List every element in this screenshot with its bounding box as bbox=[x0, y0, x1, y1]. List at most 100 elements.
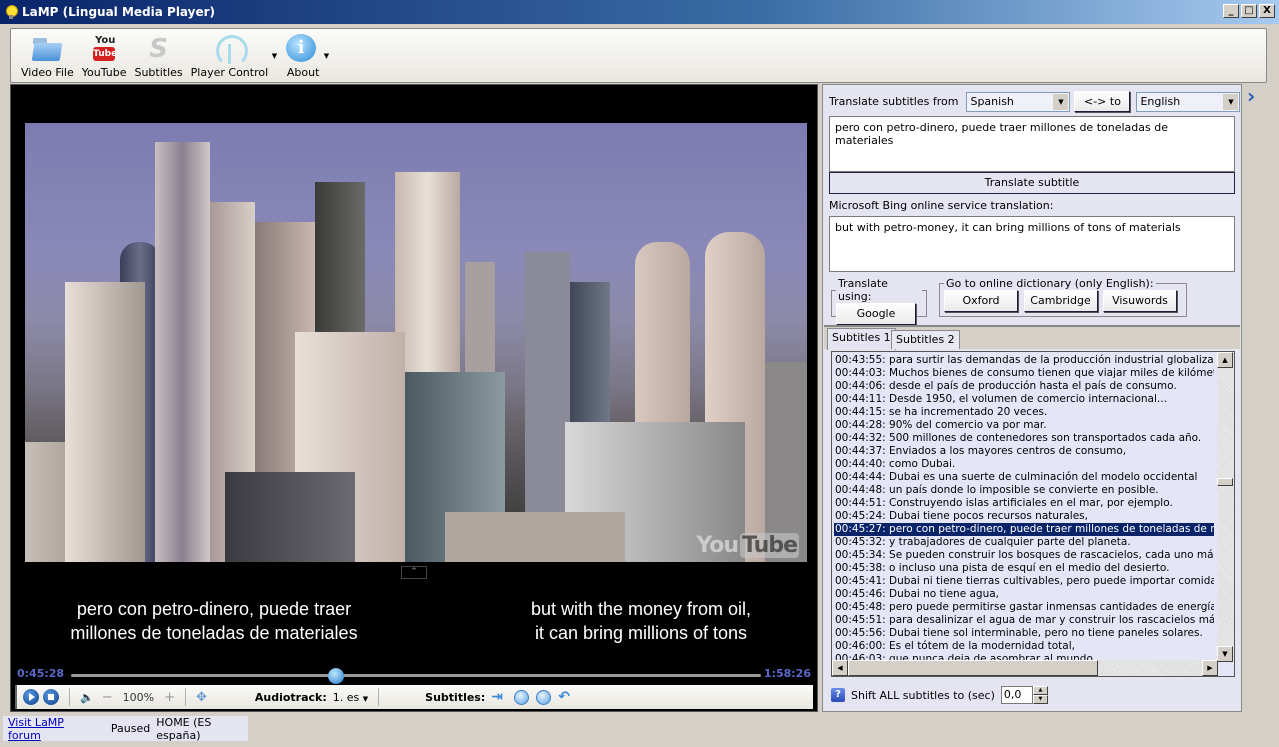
subtitle-list-item[interactable]: 00:44:15: se ha incrementado 20 veces. bbox=[834, 406, 1214, 419]
subtitles-icon: S bbox=[149, 34, 168, 64]
vertical-scrollbar[interactable]: ▲ ▼ bbox=[1217, 352, 1234, 662]
subtitle-list-item[interactable]: 00:45:34: Se pueden construir los bosque… bbox=[834, 549, 1214, 562]
subtitle-list-item[interactable]: 00:45:51: para desalinizar el agua de ma… bbox=[834, 614, 1214, 627]
volume-icon[interactable]: 🔈 bbox=[80, 691, 94, 704]
window-title: LaMP (Lingual Media Player) bbox=[22, 5, 216, 19]
translation-result[interactable]: but with petro-money, it can bring milli… bbox=[829, 216, 1235, 272]
subtitle-list-item[interactable]: 00:44:11: Desde 1950, el volumen de come… bbox=[834, 393, 1214, 406]
translate-subtitle-button[interactable]: Translate subtitle bbox=[829, 172, 1235, 194]
seek-thumb[interactable] bbox=[327, 668, 344, 684]
youtube-button[interactable]: You Tube YouTube bbox=[82, 34, 127, 82]
chevron-right-icon[interactable]: › bbox=[1247, 84, 1255, 108]
play-icon bbox=[23, 689, 39, 705]
tab-subtitles-2[interactable]: Subtitles 2 bbox=[891, 330, 960, 349]
swap-languages-button[interactable]: <-> to bbox=[1074, 91, 1131, 112]
help-icon[interactable]: ? bbox=[831, 688, 845, 702]
collapse-video-button[interactable]: ⌃ bbox=[401, 566, 427, 579]
divider bbox=[184, 688, 186, 706]
subtitle-list-item[interactable]: 00:44:51: Construyendo islas artificiale… bbox=[834, 497, 1214, 510]
subtitle-list-item[interactable]: 00:44:03: Muchos bienes de consumo tiene… bbox=[834, 367, 1214, 380]
shift-subtitles-row: ? Shift ALL subtitles to (sec) 0,0 ▲ ▼ bbox=[831, 686, 1048, 704]
seek-bar[interactable] bbox=[71, 668, 761, 684]
player-control-dropdown-icon[interactable]: ▼ bbox=[272, 52, 277, 60]
subtitle-list-item[interactable]: 00:44:28: 90% del comercio va por mar. bbox=[834, 419, 1214, 432]
subtitle-list-item[interactable]: 00:44:06: desde el país de producción ha… bbox=[834, 380, 1214, 393]
title-bar: LaMP (Lingual Media Player) _ □ X bbox=[0, 0, 1279, 24]
target-language-select[interactable]: English ▼ bbox=[1136, 91, 1241, 112]
decrement-button[interactable]: ▼ bbox=[1032, 695, 1048, 704]
about-dropdown-icon[interactable]: ▼ bbox=[324, 52, 329, 60]
lightbulb-app-icon bbox=[5, 5, 18, 19]
scroll-up-button[interactable]: ▲ bbox=[1217, 352, 1233, 368]
move-icon[interactable]: ✥ bbox=[196, 690, 207, 705]
forum-link[interactable]: Visit LaMP forum bbox=[8, 716, 85, 742]
subtitles-label: Subtitles bbox=[134, 66, 183, 79]
scroll-down-button[interactable]: ▼ bbox=[1217, 646, 1233, 662]
subtitle-list-item[interactable]: 00:45:41: Dubai ni tiene tierras cultiva… bbox=[834, 575, 1214, 588]
subtitle-toggle-1-icon[interactable] bbox=[514, 689, 530, 705]
subtitle-translated: but with the money from oil, it can brin… bbox=[476, 597, 806, 645]
subtitle-list-item[interactable]: 00:45:46: Dubai no tiene agua, bbox=[834, 588, 1214, 601]
oxford-button[interactable]: Oxford bbox=[944, 290, 1018, 312]
player-control-button[interactable]: Player Control ▼ bbox=[191, 34, 277, 82]
visuwords-button[interactable]: Visuwords bbox=[1103, 290, 1177, 312]
chevron-down-icon: ▼ bbox=[362, 694, 369, 703]
subtitle-list-item[interactable]: 00:45:24: Dubai tiene pocos recursos nat… bbox=[834, 510, 1214, 523]
increment-button[interactable]: ▲ bbox=[1032, 686, 1048, 695]
subtitle-list-item[interactable]: 00:44:40: como Dubai. bbox=[834, 458, 1214, 471]
subtitle-list-item[interactable]: 00:44:44: Dubai es una suerte de culmina… bbox=[834, 471, 1214, 484]
horizontal-scroll-thumb[interactable] bbox=[848, 660, 1098, 676]
translate-using-group: Translate using: Google bbox=[831, 277, 927, 325]
cambridge-button[interactable]: Cambridge bbox=[1023, 290, 1098, 312]
subtitle-list-item[interactable]: 00:45:38: o incluso una pista de esquí e… bbox=[834, 562, 1214, 575]
stop-button[interactable] bbox=[43, 689, 59, 705]
subtitle-translated-line: but with the money from oil, bbox=[530, 599, 752, 619]
zoom-in-button[interactable]: + bbox=[164, 690, 175, 705]
minimize-button[interactable]: _ bbox=[1223, 4, 1239, 18]
jump-to-subtitle-icon[interactable]: ⇥ bbox=[491, 690, 507, 704]
scroll-right-button[interactable]: ▶ bbox=[1202, 660, 1218, 676]
subtitle-list-item[interactable]: 00:45:32: y trabajadores de cualquier pa… bbox=[834, 536, 1214, 549]
subtitle-list-item[interactable]: 00:44:32: 500 millones de contenedores s… bbox=[834, 432, 1214, 445]
subtitle-list-item[interactable]: 00:45:48: pero puede permitirse gastar i… bbox=[834, 601, 1214, 614]
video-frame-image[interactable]: You Tube bbox=[25, 123, 807, 562]
status-bar: Visit LaMP forum Paused HOME (ES españa) bbox=[3, 716, 248, 742]
shift-seconds-stepper[interactable]: 0,0 ▲ ▼ bbox=[1000, 686, 1048, 704]
source-language-select[interactable]: Spanish ▼ bbox=[966, 91, 1071, 112]
source-text-input[interactable]: pero con petro-dinero, puede traer millo… bbox=[829, 116, 1235, 172]
about-label: About bbox=[286, 66, 320, 79]
video-player[interactable]: You Tube ⌃ pero con petro-dinero, puede t… bbox=[10, 84, 818, 712]
play-button[interactable] bbox=[23, 689, 39, 705]
subtitle-list-item[interactable]: 00:45:27: pero con petro-dinero, puede t… bbox=[834, 523, 1214, 536]
tab-subtitles-1[interactable]: Subtitles 1 bbox=[827, 328, 896, 350]
horizontal-scrollbar[interactable]: ◀ ▶ bbox=[832, 660, 1218, 676]
subtitle-tabs: Subtitles 1 Subtitles 2 bbox=[824, 325, 1240, 350]
subtitles-button[interactable]: S Subtitles bbox=[134, 34, 182, 82]
subtitle-list-item[interactable]: 00:44:48: un país donde lo imposible se … bbox=[834, 484, 1214, 497]
about-button[interactable]: i About ▼ bbox=[286, 34, 329, 82]
zoom-out-button[interactable]: − bbox=[102, 690, 113, 705]
scroll-left-button[interactable]: ◀ bbox=[832, 660, 848, 676]
subtitle-list-item[interactable]: 00:45:56: Dubai tiene sol interminable, … bbox=[834, 627, 1214, 640]
stop-icon bbox=[43, 689, 59, 705]
subtitle-list[interactable]: 00:43:55: para surtir las demandas de la… bbox=[831, 351, 1235, 677]
audiotrack-select[interactable]: 1. es ▼ bbox=[333, 691, 368, 704]
subtitle-list-item[interactable]: 00:43:55: para surtir las demandas de la… bbox=[834, 354, 1214, 367]
subtitle-list-item[interactable]: 00:46:00: Es el tótem de la modernidad t… bbox=[834, 640, 1214, 653]
shift-seconds-input[interactable]: 0,0 bbox=[1000, 686, 1033, 704]
translation-panel: Translate subtitles from Spanish ▼ <-> t… bbox=[822, 84, 1242, 712]
subtitle-toggle-2-icon[interactable] bbox=[536, 689, 552, 705]
maximize-button[interactable]: □ bbox=[1241, 4, 1257, 18]
subtitle-original: pero con petro-dinero, puede traer millo… bbox=[49, 597, 379, 645]
scroll-thumb[interactable] bbox=[1217, 478, 1233, 486]
replay-subtitle-icon[interactable]: ↶ bbox=[558, 690, 574, 704]
google-button[interactable]: Google bbox=[836, 303, 916, 325]
subtitle-list-item[interactable]: 00:44:37: Enviados a los mayores centros… bbox=[834, 445, 1214, 458]
close-button[interactable]: X bbox=[1259, 4, 1275, 18]
youtube-label: YouTube bbox=[81, 66, 127, 79]
shift-subtitles-label: Shift ALL subtitles to (sec) bbox=[851, 688, 995, 702]
translate-using-label: Translate using: bbox=[838, 277, 888, 303]
video-file-button[interactable]: Video File bbox=[21, 34, 74, 82]
chevron-down-icon: ▼ bbox=[1223, 93, 1239, 110]
audiotrack-value: 1. es bbox=[332, 690, 360, 704]
